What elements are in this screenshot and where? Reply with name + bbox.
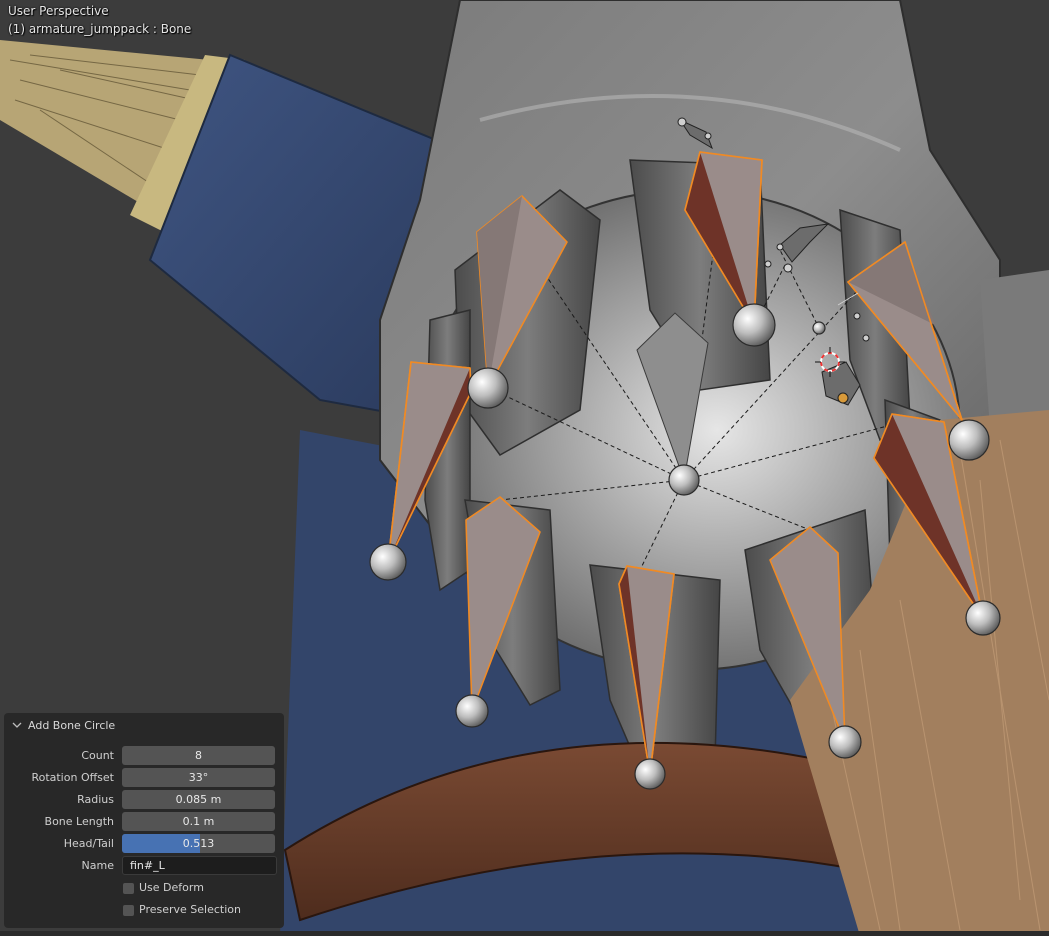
preserve-selection-row[interactable]: Preserve Selection [4, 901, 284, 921]
panel-header[interactable]: Add Bone Circle [4, 713, 284, 737]
head-tail-slider[interactable]: 0.513 [122, 834, 275, 853]
viewport-active-object: (1) armature_jumppack : Bone [8, 22, 192, 36]
panel-title: Add Bone Circle [28, 718, 116, 732]
viewport-bottom-border [0, 931, 1049, 936]
use-deform-row[interactable]: Use Deform [4, 879, 284, 899]
slider-value: 0.513 [182, 837, 215, 850]
name-input[interactable]: fin#_L [122, 856, 277, 875]
preserve-selection-checkbox[interactable] [123, 905, 134, 916]
field-label: Name [81, 859, 114, 872]
field-label: Head/Tail [63, 837, 114, 850]
radius-field[interactable]: 0.085 m [122, 790, 275, 809]
field-label: Count [81, 749, 114, 762]
use-deform-checkbox[interactable] [123, 883, 134, 894]
rotation-offset-field[interactable]: 33° [122, 768, 275, 787]
3d-viewport[interactable]: User Perspective (1) armature_jumppack :… [0, 0, 1049, 936]
field-rotation-offset[interactable]: Rotation Offset 33° [4, 768, 284, 788]
count-field[interactable]: 8 [122, 746, 275, 765]
chevron-down-icon [12, 722, 22, 728]
field-label: Bone Length [44, 815, 114, 828]
field-name[interactable]: Name fin#_L [4, 856, 284, 876]
field-label: Rotation Offset [31, 771, 114, 784]
viewport-title: User Perspective [8, 4, 109, 18]
field-count[interactable]: Count 8 [4, 746, 284, 766]
field-bone-length[interactable]: Bone Length 0.1 m [4, 812, 284, 832]
field-radius[interactable]: Radius 0.085 m [4, 790, 284, 810]
field-head-tail[interactable]: Head/Tail 0.513 [4, 834, 284, 854]
checkbox-label: Preserve Selection [139, 903, 241, 916]
bone-length-field[interactable]: 0.1 m [122, 812, 275, 831]
field-label: Radius [77, 793, 114, 806]
operator-redo-panel[interactable]: Add Bone Circle Count 8 Rotation Offset … [4, 713, 284, 928]
checkbox-label: Use Deform [139, 881, 204, 894]
